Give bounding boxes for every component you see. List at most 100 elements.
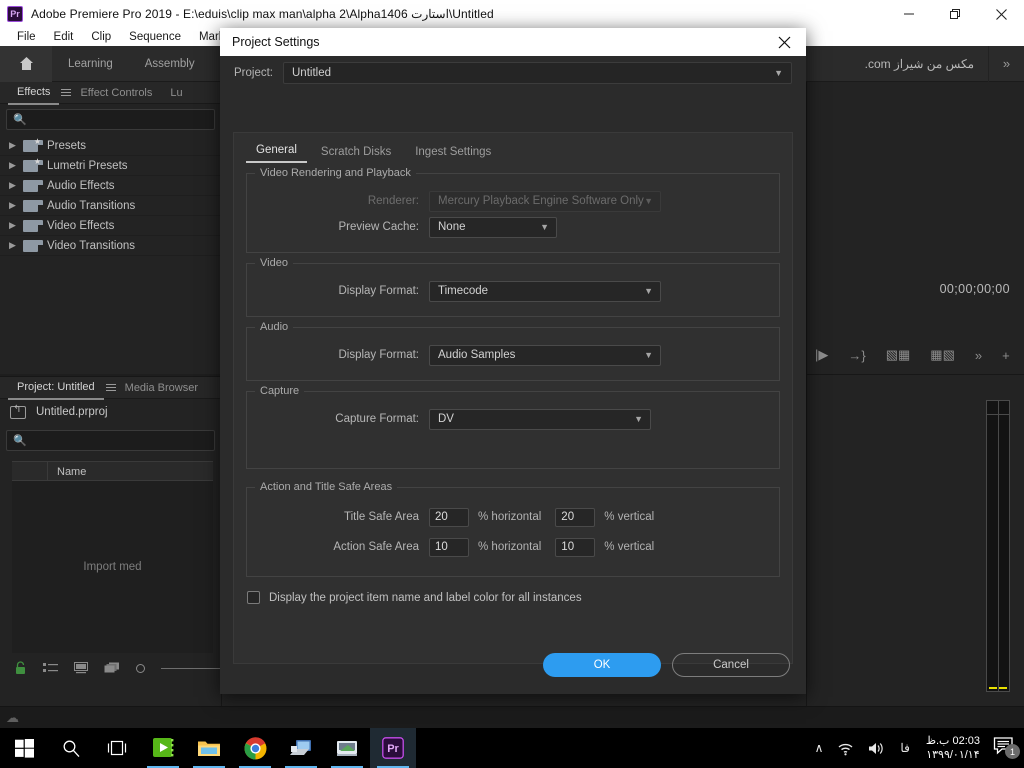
capture-format-dropdown[interactable]: DV ▼ xyxy=(429,408,651,430)
task-view-button[interactable] xyxy=(94,728,140,768)
tree-item-video-transitions[interactable]: ▶ Video Transitions xyxy=(0,236,221,256)
tab-general[interactable]: General xyxy=(246,144,307,163)
ok-button[interactable]: OK xyxy=(543,653,661,677)
chevron-right-icon[interactable]: ▶ xyxy=(9,240,23,251)
taskbar-app-chrome[interactable] xyxy=(232,728,278,768)
title-safe-horizontal-input[interactable] xyxy=(429,507,469,527)
taskbar-app-explorer[interactable] xyxy=(186,728,232,768)
workspace-overflow-icon[interactable]: » xyxy=(988,45,1024,82)
project-search-box[interactable]: 🔍 xyxy=(6,430,215,451)
effects-search-input[interactable] xyxy=(26,113,208,126)
audio-display-format-dropdown[interactable]: Audio Samples ▼ xyxy=(429,344,661,366)
field-label: Capture Format: xyxy=(335,413,419,425)
tree-item-audio-transitions[interactable]: ▶ Audio Transitions xyxy=(0,196,221,216)
menu-sequence[interactable]: Sequence xyxy=(120,28,190,46)
overwrite-icon[interactable]: ▦▧ xyxy=(930,347,955,363)
video-display-format-value: Timecode xyxy=(438,285,489,297)
zoom-slider-track[interactable] xyxy=(161,667,222,669)
tab-ingest-settings[interactable]: Ingest Settings xyxy=(405,146,501,163)
action-safe-vertical-input[interactable] xyxy=(555,537,596,557)
freeform-view-icon[interactable] xyxy=(104,662,120,674)
field-label: Preview Cache: xyxy=(338,221,419,233)
unit-label: % horizontal xyxy=(478,511,542,523)
taskbar-app-media[interactable] xyxy=(140,728,186,768)
wifi-icon[interactable] xyxy=(830,741,861,756)
close-icon[interactable] xyxy=(978,0,1024,28)
icon-view-icon[interactable] xyxy=(74,662,88,674)
lock-icon[interactable] xyxy=(14,661,27,675)
group-safe-areas: Action and Title Safe Areas Title Safe A… xyxy=(246,481,780,577)
tab-media-browser[interactable]: Media Browser xyxy=(116,377,207,399)
chevron-right-icon[interactable]: ▶ xyxy=(9,220,23,231)
list-view-icon[interactable] xyxy=(43,662,58,674)
tree-item-lumetri-presets[interactable]: ▶ Lumetri Presets xyxy=(0,156,221,176)
window-titlebar: Pr Adobe Premiere Pro 2019 - E:\eduis\cl… xyxy=(0,0,1024,28)
creative-cloud-strip: ☁ xyxy=(0,706,1024,728)
start-button[interactable] xyxy=(0,728,48,768)
tree-item-video-effects[interactable]: ▶ Video Effects xyxy=(0,216,221,236)
taskbar-app-premiere[interactable]: Pr xyxy=(370,728,416,768)
group-legend: Capture xyxy=(255,385,305,397)
video-display-format-dropdown[interactable]: Timecode ▼ xyxy=(429,280,661,302)
tree-item-presets[interactable]: ▶ Presets xyxy=(0,136,221,156)
action-safe-horizontal-input[interactable] xyxy=(429,537,469,557)
chevron-right-icon[interactable]: ▶ xyxy=(9,140,23,151)
close-icon[interactable] xyxy=(762,28,806,56)
tab-scratch-disks[interactable]: Scratch Disks xyxy=(311,146,401,163)
menu-clip[interactable]: Clip xyxy=(82,28,120,46)
project-search-input[interactable] xyxy=(26,434,208,447)
workspace-tab-learning[interactable]: Learning xyxy=(52,46,129,82)
add-button-icon[interactable]: + xyxy=(1002,348,1010,363)
notifications-icon[interactable]: 1 xyxy=(989,736,1020,760)
menu-edit[interactable]: Edit xyxy=(45,28,83,46)
zoom-slider[interactable] xyxy=(136,663,145,673)
search-icon: 🔍 xyxy=(13,114,27,126)
more-icon[interactable]: » xyxy=(975,348,982,363)
clock[interactable]: 02:03 ب.ظ ۱۳۹۹/۰۱/۱۴ xyxy=(917,734,989,762)
chevron-right-icon[interactable]: ▶ xyxy=(9,180,23,191)
search-button[interactable] xyxy=(48,728,94,768)
tab-effects[interactable]: Effects xyxy=(8,81,60,105)
volume-icon[interactable] xyxy=(861,741,893,756)
display-project-item-name-row[interactable]: Display the project item name and label … xyxy=(247,591,792,604)
insert-icon[interactable]: ▧▦ xyxy=(886,347,911,363)
effects-search-box[interactable]: 🔍 xyxy=(6,109,215,130)
taskbar-app-system1[interactable] xyxy=(278,728,324,768)
go-to-out-icon[interactable]: →} xyxy=(848,348,865,363)
panel-menu-icon[interactable] xyxy=(105,384,116,391)
chevron-right-icon[interactable]: ▶ xyxy=(9,160,23,171)
clock-time: 02:03 ب.ظ xyxy=(925,735,980,747)
home-icon[interactable] xyxy=(0,45,52,82)
dialog-title: Project Settings xyxy=(232,35,320,49)
project-file-row[interactable]: Untitled.prproj xyxy=(0,399,221,425)
tree-item-audio-effects[interactable]: ▶ Audio Effects xyxy=(0,176,221,196)
minimize-icon[interactable] xyxy=(886,0,932,28)
workspace-tab-assembly[interactable]: Assembly xyxy=(129,46,211,82)
effects-search-row: 🔍 xyxy=(0,104,221,134)
restore-icon[interactable] xyxy=(932,0,978,28)
tab-project[interactable]: Project: Untitled xyxy=(8,376,104,400)
tab-lumetri[interactable]: Lu xyxy=(161,82,191,104)
mark-in-icon[interactable]: |▶ xyxy=(815,347,828,363)
show-hidden-icons-chevron-icon[interactable]: ∧ xyxy=(808,741,831,755)
preview-cache-dropdown[interactable]: None ▼ xyxy=(429,216,557,238)
creative-cloud-icon[interactable]: ☁ xyxy=(6,710,19,726)
cancel-button[interactable]: Cancel xyxy=(672,653,790,677)
project-dropdown[interactable]: Untitled ▼ xyxy=(283,62,792,84)
project-item-list[interactable]: Import med xyxy=(12,481,213,653)
chevron-right-icon[interactable]: ▶ xyxy=(9,200,23,211)
effects-panel-tabbar: Effects Effect Controls Lu xyxy=(0,81,221,105)
audio-meter-peak-right xyxy=(999,687,1007,689)
title-safe-vertical-input[interactable] xyxy=(555,507,596,527)
row-title-safe-area: Title Safe Area % horizontal % vertical xyxy=(257,502,769,532)
zoom-slider-knob[interactable] xyxy=(136,663,145,673)
tab-effect-controls[interactable]: Effect Controls xyxy=(71,82,161,104)
taskbar-app-system2[interactable] xyxy=(324,728,370,768)
column-header-name[interactable]: Name xyxy=(48,462,213,480)
menu-file[interactable]: File xyxy=(8,28,45,46)
project-settings-dialog: Project Settings Project: Untitled ▼ Gen… xyxy=(220,28,806,694)
language-indicator[interactable]: فا xyxy=(893,741,916,755)
panel-menu-icon[interactable] xyxy=(61,89,72,96)
effects-tree: ▶ Presets ▶ Lumetri Presets ▶ Audio Effe… xyxy=(0,134,221,256)
display-project-item-name-checkbox[interactable] xyxy=(247,591,260,604)
